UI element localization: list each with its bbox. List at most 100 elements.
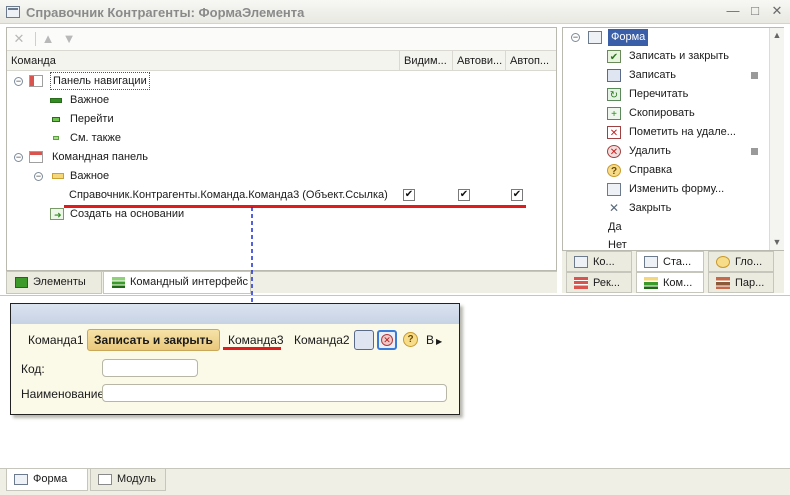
table-row[interactable]: См. также [7, 129, 556, 148]
row-label: Справочник.Контрагенты.Команда.Команда3 … [69, 189, 388, 201]
collapse-toggle[interactable]: − [14, 77, 23, 86]
tree-item[interactable]: Изменить форму... [563, 180, 768, 199]
tree-item-label: Перечитать [629, 88, 689, 100]
name-field[interactable] [102, 384, 447, 402]
tab-label: Ко... [593, 256, 615, 268]
delete-button[interactable]: ✕ [377, 330, 397, 350]
command-group-tab-icon [644, 277, 658, 289]
save-icon[interactable] [354, 330, 374, 350]
tab-global[interactable]: Гло... [708, 251, 774, 272]
table-row[interactable]: − Командная панель [7, 148, 556, 167]
group-icon [53, 136, 59, 140]
write-and-close-button[interactable]: Записать и закрыть [87, 329, 220, 351]
create-based-on-icon: ➜ [50, 208, 64, 220]
scroll-up-icon[interactable]: ▲ [770, 28, 784, 42]
tree-item-label: Удалить [629, 145, 671, 157]
form-tree-panel: − Форма ✔ Записать и закрыть Записать ↻ … [562, 27, 784, 251]
table-row[interactable]: Важное [7, 91, 556, 110]
close-window-button[interactable]: ✕ [768, 3, 786, 19]
more-button[interactable]: В ▶ [423, 329, 445, 351]
chevron-right-icon: ▶ [436, 337, 443, 346]
bottom-tab-bar: Форма Модуль [0, 468, 790, 495]
help-button[interactable]: ? [401, 330, 421, 350]
global-tab-icon [716, 256, 730, 268]
tab-parameters[interactable]: Пар... [708, 272, 774, 293]
write-close-icon: ✔ [607, 50, 621, 63]
tab-label: Ком... [663, 277, 693, 289]
tree-item[interactable]: ? Справка [563, 161, 768, 180]
tab-form[interactable]: Форма [6, 469, 88, 491]
command-panel-icon [29, 151, 43, 163]
column-header-autovisible[interactable]: Автови... [452, 51, 505, 71]
scroll-down-icon[interactable]: ▼ [770, 235, 784, 249]
table-row[interactable]: − Панель навигации [7, 72, 556, 91]
tree-item[interactable]: ✕ Пометить на удале... [563, 123, 768, 142]
arrow-up-icon[interactable]: ▲ [39, 31, 57, 47]
preview-header [11, 304, 459, 324]
tree-item[interactable]: Нет [563, 236, 768, 250]
tab-standard[interactable]: Ста... [636, 251, 704, 272]
maximize-button[interactable]: □ [746, 3, 764, 19]
minimize-button[interactable]: — [724, 3, 742, 19]
collapse-toggle[interactable]: − [571, 33, 580, 42]
tree-item[interactable]: ✕ Удалить [563, 142, 768, 161]
tab-elements[interactable]: Элементы [6, 272, 102, 294]
tab-label: Гло... [735, 256, 763, 268]
autoposition-checkbox[interactable]: ✔ [511, 189, 523, 201]
table-row[interactable]: Перейти [7, 110, 556, 129]
row-label: См. также [70, 132, 121, 144]
tree-item[interactable]: ✔ Записать и закрыть [563, 47, 768, 66]
marker [751, 148, 758, 155]
elements-icon [15, 277, 28, 288]
folder-icon [52, 173, 64, 179]
delete-icon[interactable]: ✕ [10, 31, 28, 47]
collapse-toggle[interactable]: − [14, 153, 23, 162]
table-row[interactable]: − Важное [7, 167, 556, 186]
visible-checkbox[interactable]: ✔ [403, 189, 415, 201]
tab-command-interface[interactable]: Командный интерфейс [103, 272, 251, 294]
name-label: Наименование: [21, 387, 108, 401]
parameters-tab-icon [716, 277, 730, 289]
table-row[interactable]: ➜ Создать на основании [7, 205, 556, 224]
tree-item-label: Пометить на удале... [629, 126, 736, 138]
help-icon: ? [607, 164, 621, 177]
left-tab-bar: Элементы Командный интерфейс [6, 271, 557, 294]
vertical-scrollbar[interactable]: ▲ ▼ [769, 28, 784, 250]
command1-button[interactable]: Команда1 [21, 329, 91, 351]
edit-form-icon [607, 183, 621, 196]
table-row[interactable]: Справочник.Контрагенты.Команда.Команда3 … [7, 186, 556, 205]
arrow-down-icon[interactable]: ▼ [60, 31, 78, 47]
tree-item[interactable]: + Скопировать [563, 104, 768, 123]
autovisible-checkbox[interactable]: ✔ [458, 189, 470, 201]
column-header-visible[interactable]: Видим... [399, 51, 452, 71]
toolbar-separator [35, 32, 36, 46]
table-header: Команда Видим... Автови... Автоп... [7, 51, 556, 71]
tree-item[interactable]: Да [563, 218, 768, 237]
commands-toolbar: ✕ ▲ ▼ [7, 28, 556, 51]
tree-item[interactable]: ↻ Перечитать [563, 85, 768, 104]
tab-command-group[interactable]: Ком... [636, 272, 704, 293]
collapse-toggle[interactable]: − [34, 172, 43, 181]
copy-icon: + [607, 107, 621, 120]
tree-item-label: Скопировать [629, 107, 695, 119]
column-header-autopos[interactable]: Автоп... [505, 51, 556, 71]
tree-item-label: Справка [629, 164, 673, 176]
highlight-underline [223, 347, 281, 350]
tree-root[interactable]: − Форма [563, 28, 768, 47]
tab-module[interactable]: Модуль [90, 469, 166, 491]
code-field[interactable] [102, 359, 198, 377]
details-tab-icon [574, 277, 588, 289]
tree-item-label: Нет [608, 239, 627, 250]
tree-item[interactable]: ✕ Закрыть [563, 199, 768, 218]
command2-button[interactable]: Команда2 [287, 329, 357, 351]
tab-commands[interactable]: Ко... [566, 251, 632, 272]
column-header-command[interactable]: Команда [7, 51, 399, 71]
tab-details[interactable]: Рек... [566, 272, 632, 293]
code-label: Код: [21, 362, 45, 376]
tree-item[interactable]: Записать [563, 66, 768, 85]
row-label: Важное [70, 170, 110, 182]
form-preview: Команда1 Записать и закрыть Команда3 Ком… [10, 303, 460, 415]
tree-item-label: Закрыть [629, 202, 672, 214]
close-icon: ✕ [608, 201, 620, 215]
command-interface-icon [112, 277, 125, 288]
